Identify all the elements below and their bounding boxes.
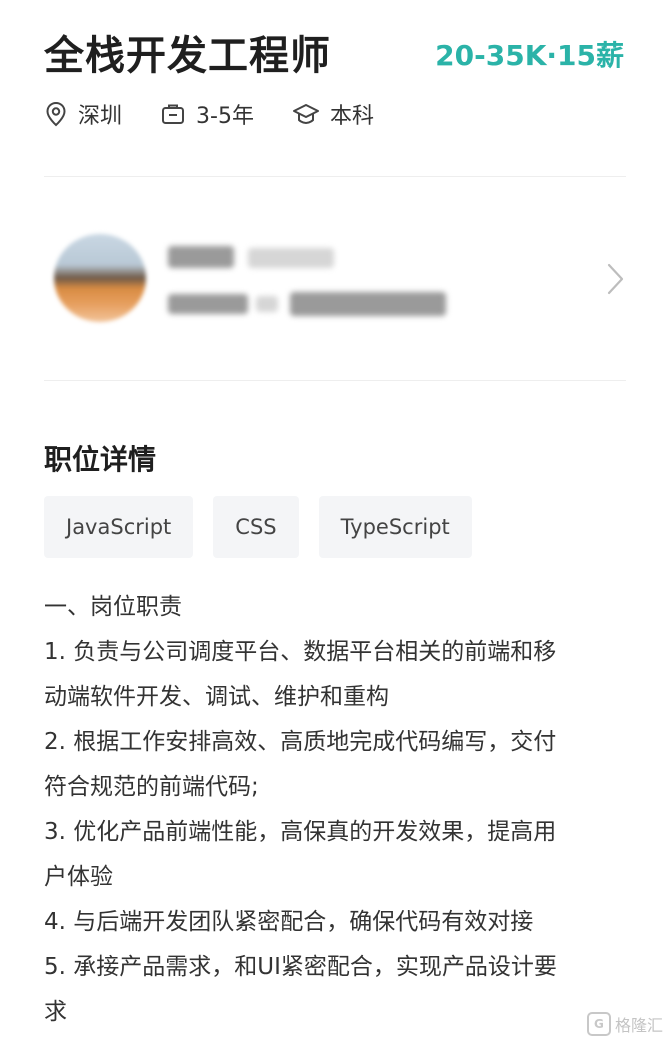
location-label: 深圳 xyxy=(78,104,123,129)
briefcase-icon xyxy=(162,104,185,124)
divider xyxy=(44,176,626,177)
recruiter-position-blurred xyxy=(290,292,446,316)
divider xyxy=(44,380,626,381)
watermark-logo-icon: G xyxy=(586,1012,611,1036)
watermark-text: 格隆汇 xyxy=(614,1016,663,1035)
meta-education: 本科 xyxy=(292,98,374,130)
avatar[interactable] xyxy=(54,234,146,322)
section-title-job-details: 职位详情 xyxy=(44,443,157,476)
location-pin-icon xyxy=(46,101,66,127)
job-detail-page: 全栈开发工程师 20-35K·15薪 深圳 3-5年 本科 职位详情 JavaS… xyxy=(44,0,626,1042)
description-line: 符合规范的前端代码; xyxy=(44,774,259,800)
job-meta: 深圳 3-5年 本科 xyxy=(44,96,412,132)
salary-range: 20-35K·15薪 xyxy=(435,39,624,72)
description-line: 一、岗位职责 xyxy=(44,594,182,620)
graduation-cap-icon xyxy=(292,104,319,125)
description-line: 4. 与后端开发团队紧密配合，确保代码有效对接 xyxy=(44,909,534,935)
skill-tag: CSS xyxy=(213,496,299,558)
recruiter-card[interactable] xyxy=(44,178,626,380)
skill-tags: JavaScript CSS TypeScript xyxy=(44,496,492,558)
recruiter-name-blurred xyxy=(168,246,234,268)
chevron-right-icon[interactable] xyxy=(606,262,626,296)
job-description: 一、岗位职责 1. 负责与公司调度平台、数据平台相关的前端和移 动端软件开发、调… xyxy=(44,585,626,1035)
description-line: 求 xyxy=(44,999,67,1025)
recruiter-company-blurred xyxy=(168,294,248,314)
recruiter-status-blurred xyxy=(248,248,334,268)
description-line: 3. 优化产品前端性能，高保真的开发效果，提高用 xyxy=(44,819,557,845)
skill-tag: JavaScript xyxy=(44,496,194,558)
meta-experience: 3-5年 xyxy=(160,98,254,130)
education-label: 本科 xyxy=(329,104,374,129)
description-line: 5. 承接产品需求，和UI紧密配合，实现产品设计要 xyxy=(44,954,557,980)
recruiter-separator-blurred xyxy=(256,296,278,312)
meta-location: 深圳 xyxy=(44,98,122,130)
description-line: 户体验 xyxy=(44,864,113,890)
description-line: 1. 负责与公司调度平台、数据平台相关的前端和移 xyxy=(44,639,557,665)
job-title: 全栈开发工程师 xyxy=(44,33,331,79)
job-header: 全栈开发工程师 20-35K·15薪 xyxy=(44,28,626,88)
description-line: 动端软件开发、调试、维护和重构 xyxy=(44,684,389,710)
experience-label: 3-5年 xyxy=(196,104,254,129)
skill-tag: TypeScript xyxy=(318,496,472,558)
watermark: G 格隆汇 xyxy=(586,1012,663,1036)
description-line: 2. 根据工作安排高效、高质地完成代码编写，交付 xyxy=(44,729,557,755)
